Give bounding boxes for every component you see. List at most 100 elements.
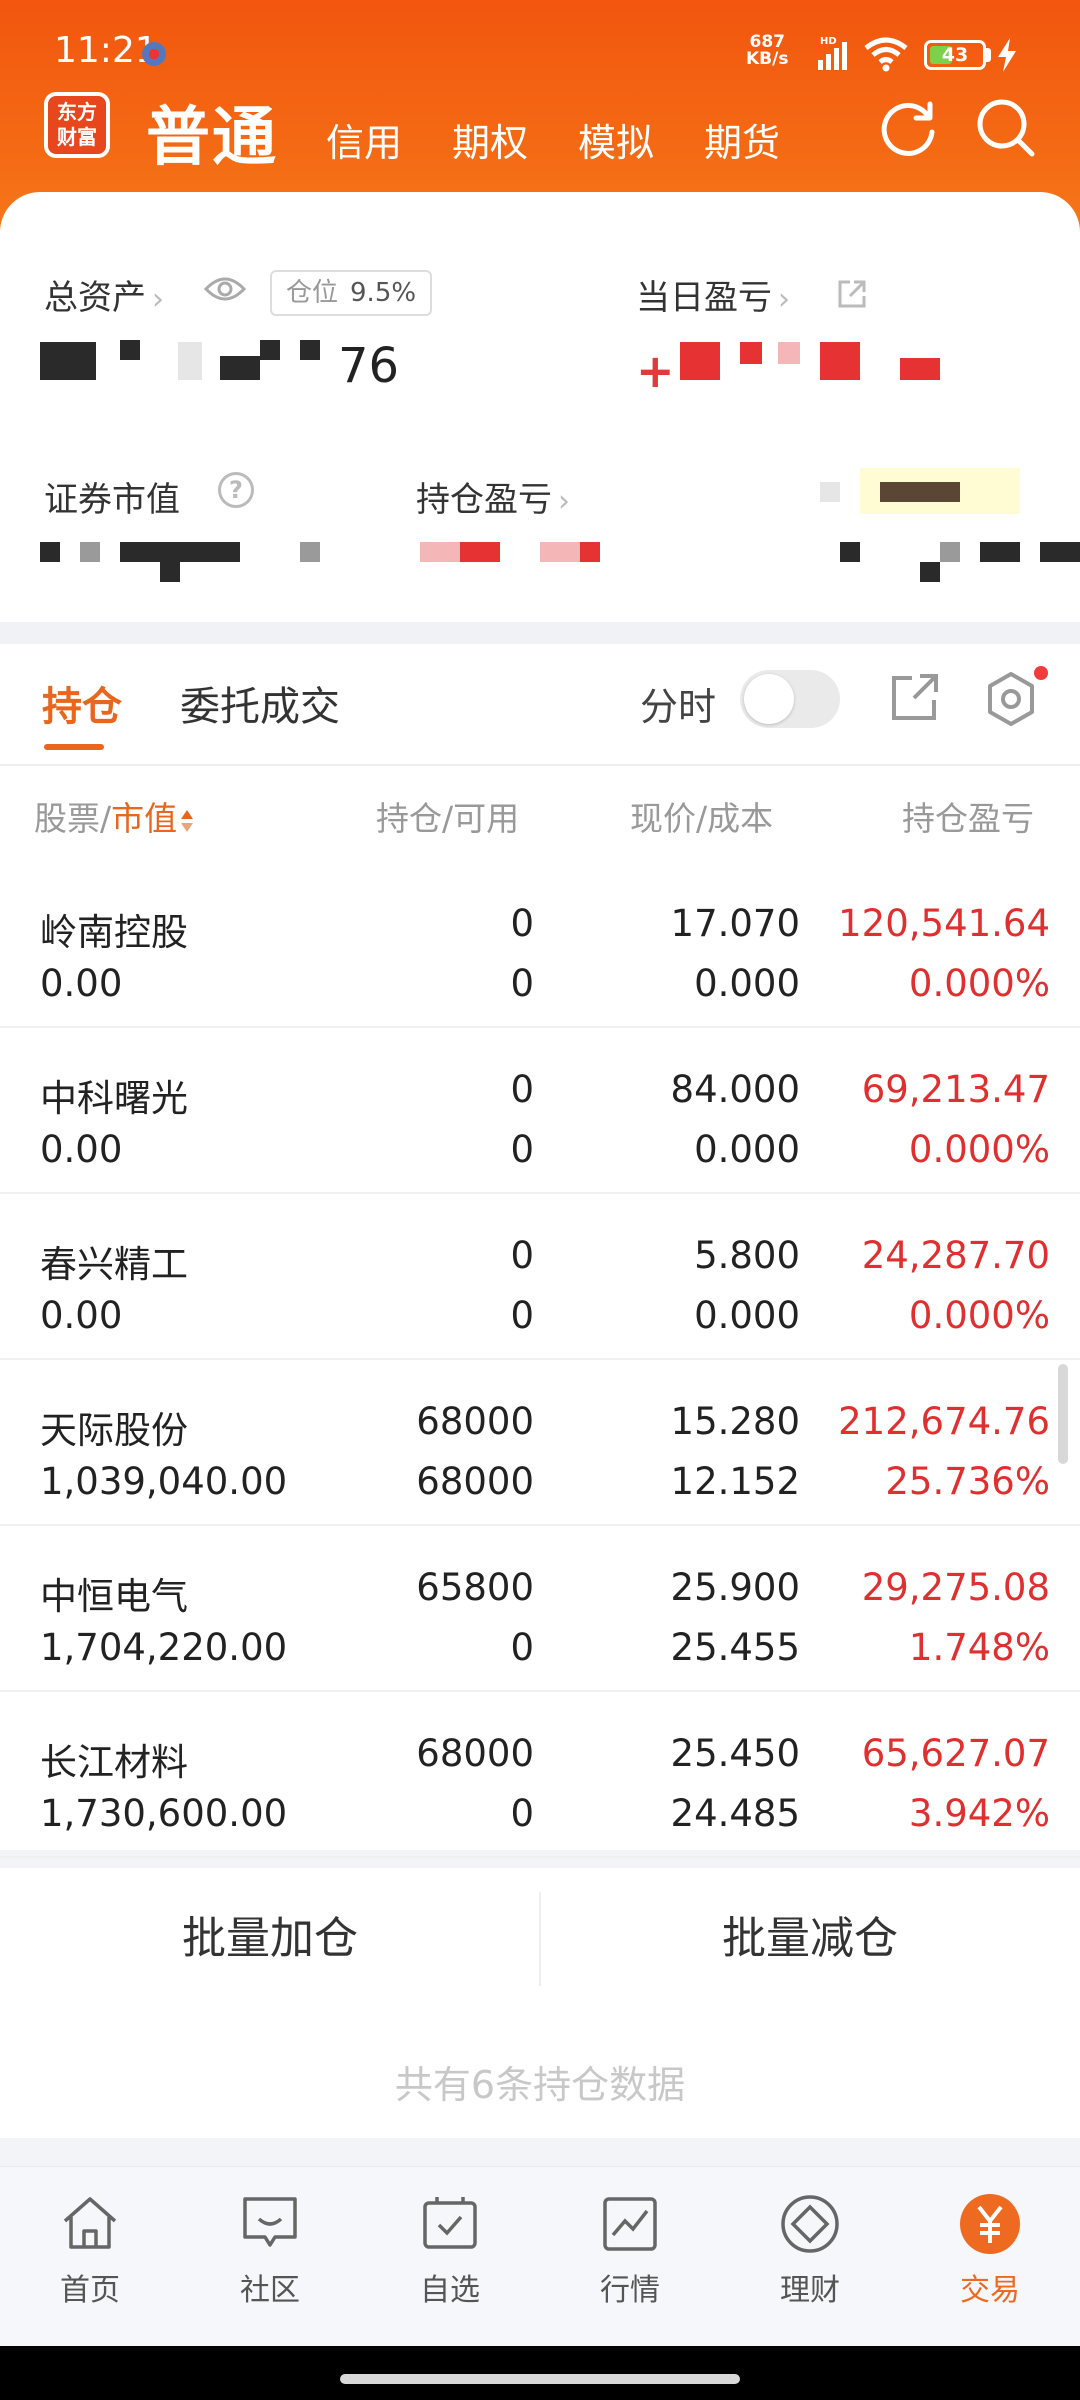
chevron-right-icon: ›: [152, 282, 164, 317]
active-tab-indicator: [44, 744, 104, 750]
batch-reduce-button[interactable]: 批量减仓: [540, 1868, 1080, 2010]
nav-wealth[interactable]: 理财: [720, 2191, 900, 2309]
market-value: 1,039,040.00: [40, 1460, 288, 1503]
header-price-cost[interactable]: 现价/成本: [630, 792, 773, 840]
position: 68000: [416, 1732, 534, 1775]
tab-orders[interactable]: 委托成交: [180, 674, 340, 732]
search-icon[interactable]: [974, 96, 1038, 160]
daily-pnl-sign: +: [636, 344, 675, 398]
holding-pnl-pct: 1.748%: [908, 1626, 1050, 1669]
diamond-icon: [781, 2195, 839, 2253]
market-value: 0.00: [40, 1294, 123, 1337]
eye-icon[interactable]: [204, 274, 246, 304]
position-ratio-value: 9.5%: [350, 278, 417, 308]
charging-icon: [998, 38, 1016, 72]
nav-watchlist[interactable]: 自选: [360, 2191, 540, 2309]
available: 0: [510, 1128, 534, 1171]
securities-value-label: 证券市值: [44, 480, 180, 520]
daily-pnl-link[interactable]: 当日盈亏 ›: [636, 270, 790, 319]
battery-icon: 43: [924, 40, 986, 70]
table-header: 股票/市值 持仓/可用 现价/成本 持仓盈亏: [0, 766, 1080, 862]
tab-simulation[interactable]: 模拟: [578, 112, 654, 167]
system-gesture-area: [0, 2346, 1080, 2400]
holding-pnl-pct: 0.000%: [908, 962, 1050, 1005]
toggle-knob: [744, 674, 794, 724]
table-row[interactable]: 长江材料 1,730,600.00 68000 0 25.450 24.485 65,627…: [0, 1692, 1080, 1858]
position: 68000: [416, 1400, 534, 1443]
cost-price: 0.000: [694, 962, 800, 1005]
tab-margin[interactable]: 信用: [326, 112, 402, 167]
header-market-value: 市值: [111, 799, 178, 838]
holding-pnl: 69,213.47: [861, 1068, 1050, 1111]
signal-hd-label: HD: [820, 36, 837, 47]
nav-label: 首页: [60, 2273, 120, 2308]
tab-holdings[interactable]: 持仓: [42, 674, 122, 732]
scrollbar[interactable]: [1058, 1364, 1068, 1464]
stock-name: 中科曙光: [40, 1077, 188, 1120]
stock-name: 长江材料: [40, 1741, 188, 1784]
total-assets-label: 总资产: [44, 278, 146, 318]
header-holding-pnl[interactable]: 持仓盈亏: [902, 792, 1052, 840]
total-assets-link[interactable]: 总资产 ›: [44, 270, 164, 319]
export-icon[interactable]: [888, 670, 942, 724]
tab-normal-account[interactable]: 普通: [146, 86, 278, 178]
holdings-count-note: 共有6条持仓数据: [0, 2010, 1080, 2138]
external-link-icon[interactable]: [836, 278, 868, 310]
total-assets-tail: 76: [338, 338, 400, 394]
header-position-available[interactable]: 持仓/可用: [376, 792, 519, 840]
table-row[interactable]: 中科曙光 0.00 0 0 84.000 0.000 69,213.47 0.000%: [0, 1028, 1080, 1194]
nav-home[interactable]: 首页: [0, 2191, 180, 2309]
chat-icon: [243, 2197, 297, 2247]
holding-pnl: 24,287.70: [861, 1234, 1050, 1277]
market-value: 0.00: [40, 962, 123, 1005]
table-row[interactable]: 岭南控股 0.00 0 0 17.070 0.000 120,541.64 0.000%: [0, 862, 1080, 1028]
nav-trade[interactable]: 交易: [900, 2191, 1080, 2309]
tab-futures[interactable]: 期货: [704, 112, 780, 167]
refresh-icon[interactable]: [878, 98, 940, 160]
gesture-handle[interactable]: [340, 2374, 740, 2384]
logo-mark: 东方 财富: [48, 96, 106, 154]
status-bar: 11:21 687 KB/s HD 43: [0, 0, 1080, 84]
header-stock: 股票: [34, 799, 100, 838]
wifi-icon: [864, 37, 908, 72]
tab-options[interactable]: 期权: [452, 112, 528, 167]
favorites-icon: [423, 2197, 477, 2249]
cost-price: 0.000: [694, 1128, 800, 1171]
holding-pnl: 120,541.64: [838, 902, 1050, 945]
table-row[interactable]: 天际股份 1,039,040.00 68000 68000 15.280 12.152 21…: [0, 1360, 1080, 1526]
current-price: 25.900: [670, 1566, 800, 1609]
cost-price: 0.000: [694, 1294, 800, 1337]
holdings-table: 股票/市值 持仓/可用 现价/成本 持仓盈亏 岭南控股 0.00 0 0 17.070 0…: [0, 766, 1080, 1858]
position-ratio-badge: 仓位 9.5%: [270, 270, 433, 316]
nav-market[interactable]: 行情: [540, 2191, 720, 2309]
position: 0: [510, 902, 534, 945]
help-icon[interactable]: ?: [218, 472, 254, 508]
sort-icon: [181, 809, 194, 832]
holding-pnl-pct: 25.736%: [885, 1460, 1050, 1503]
table-row[interactable]: 中恒电气 1,704,220.00 65800 0 25.900 25.455 29,275…: [0, 1526, 1080, 1692]
batch-add-button[interactable]: 批量加仓: [0, 1868, 540, 2010]
section-divider: [0, 622, 1080, 644]
chevron-right-icon: ›: [558, 484, 570, 519]
available: 0: [510, 1294, 534, 1337]
daily-pnl-label: 当日盈亏: [636, 278, 772, 318]
column-stock-market-value[interactable]: 股票/市值: [34, 792, 195, 840]
stock-name: 春兴精工: [40, 1243, 188, 1286]
timeshare-toggle[interactable]: [740, 670, 840, 728]
table-row[interactable]: 春兴精工 0.00 0 0 5.800 0.000 24,287.70 0.000%: [0, 1194, 1080, 1360]
app-logo: 东方 财富: [44, 92, 110, 158]
cost-price: 24.485: [670, 1792, 800, 1835]
position: 0: [510, 1234, 534, 1277]
logo-text-line1: 东方: [57, 100, 97, 124]
holding-pnl-link[interactable]: 持仓盈亏 ›: [416, 472, 570, 521]
gear-icon[interactable]: [982, 670, 1040, 728]
app-screen: 11:21 687 KB/s HD 43 东方 财富 普通 信用 期权 模拟 期…: [0, 0, 1080, 2400]
chart-icon: [603, 2197, 657, 2251]
position: 0: [510, 1068, 534, 1111]
nav-community[interactable]: 社区: [180, 2191, 360, 2309]
nav-label: 社区: [240, 2273, 300, 2308]
nav-label: 自选: [420, 2273, 480, 2308]
available: 0: [510, 1792, 534, 1835]
available: 68000: [416, 1460, 534, 1503]
nav-label: 理财: [780, 2273, 840, 2308]
